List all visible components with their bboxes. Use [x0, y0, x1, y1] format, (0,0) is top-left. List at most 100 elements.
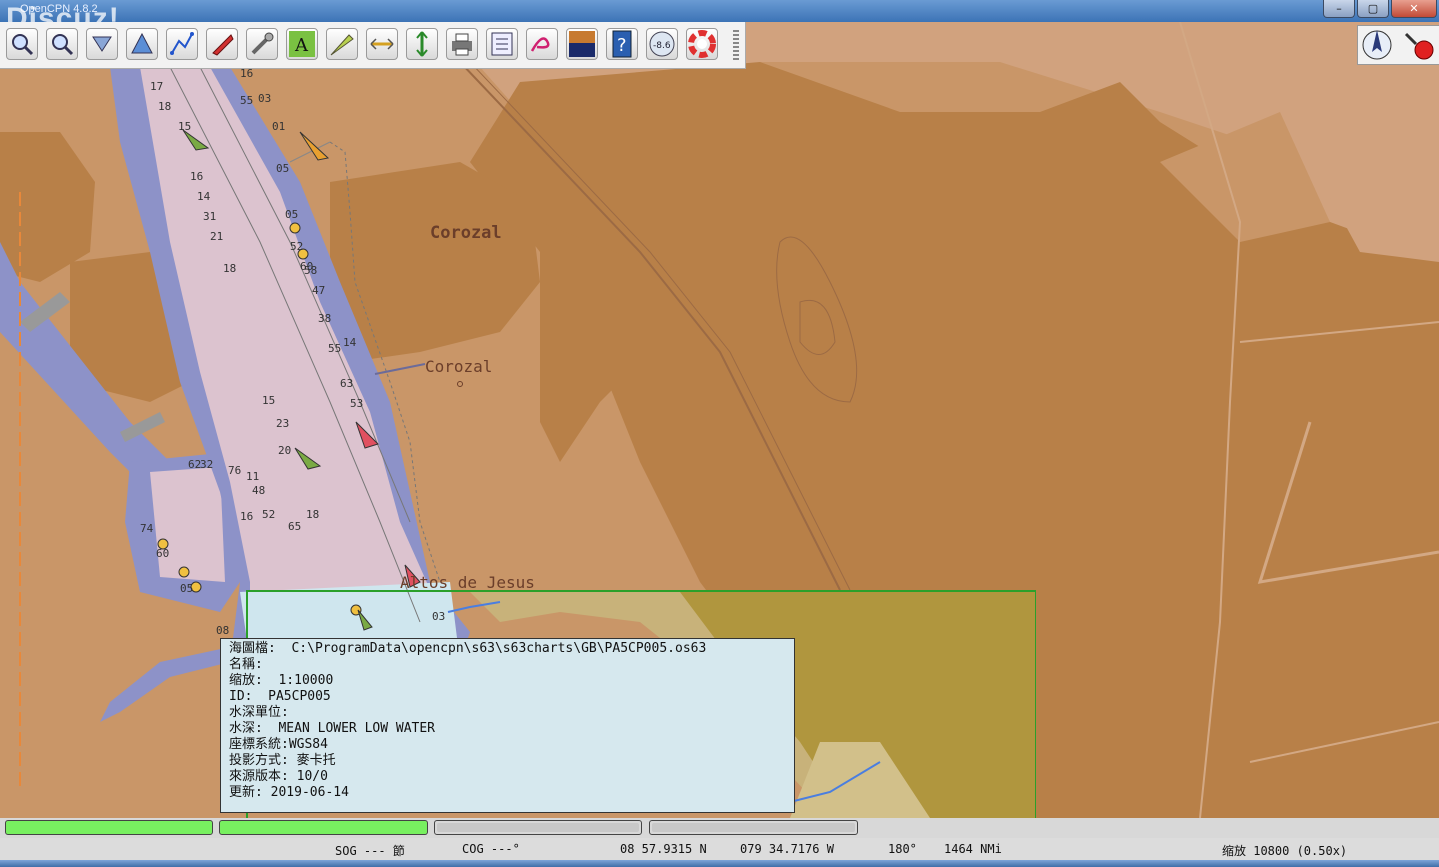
chart-bar-item-2[interactable]	[219, 820, 428, 835]
measure-icon	[416, 31, 428, 57]
status-distance: 1464 NMi	[944, 842, 1002, 856]
auto-follow-button[interactable]	[206, 28, 238, 60]
mob-button[interactable]	[686, 28, 718, 60]
maximize-button[interactable]: ▢	[1357, 0, 1389, 18]
zoom-out-button[interactable]	[46, 28, 78, 60]
measure-button[interactable]	[406, 28, 438, 60]
sounding: 32	[200, 458, 213, 471]
title-bar[interactable]: OpenCPN 4.8.2 Discuz! – ▢ ✕	[0, 0, 1439, 35]
channel-basin	[150, 467, 225, 582]
chart-info-popup: 海圖檔: C:\ProgramData\opencpn\s63\s63chart…	[220, 638, 795, 813]
chart-bar	[0, 818, 1439, 838]
scale-out-button[interactable]	[126, 28, 158, 60]
info-chart-file: 海圖檔: C:\ProgramData\opencpn\s63\s63chart…	[229, 641, 707, 656]
sounding: 14	[197, 190, 211, 203]
sounding: 15	[178, 120, 191, 133]
status-bar: SOG --- 節 COG ---° 08 57.9315 N 079 34.7…	[0, 838, 1439, 860]
info-projection: 投影方式: 麥卡托	[229, 753, 336, 768]
chart-bar-item-4[interactable]	[649, 820, 858, 835]
info-depth-datum: 水深: MEAN LOWER LOW WATER	[229, 721, 436, 736]
sounding: 16	[240, 510, 253, 523]
route-button[interactable]	[166, 28, 198, 60]
sounding: 14	[343, 336, 357, 349]
printer-icon	[452, 33, 472, 56]
scale-out-icon	[131, 32, 153, 54]
compass-widget[interactable]	[1357, 25, 1439, 65]
status-latitude: 08 57.9315 N	[620, 842, 707, 856]
sounding: 55	[328, 342, 341, 355]
ship-icon	[212, 34, 234, 56]
help-icon: ?	[612, 30, 632, 58]
info-depth-units: 水深單位:	[229, 705, 289, 720]
info-name: 名稱:	[229, 657, 263, 672]
sounding: 52	[290, 240, 303, 253]
place-label-corozal-2: Corozal	[425, 357, 492, 376]
sounding: 15	[262, 394, 275, 407]
sounding: 47	[312, 284, 325, 297]
toolbar-grip[interactable]	[733, 30, 739, 60]
status-longitude: 079 34.7176 W	[740, 842, 834, 856]
wrench-icon	[251, 32, 274, 55]
info-scale: 缩放: 1:10000	[229, 673, 334, 688]
route-manager-button[interactable]	[486, 28, 518, 60]
minimize-button[interactable]: –	[1323, 0, 1355, 18]
print-button[interactable]	[446, 28, 478, 60]
sounding: 05	[285, 208, 298, 221]
gauge-icon: -8.6	[649, 31, 675, 57]
tide-button[interactable]	[366, 28, 398, 60]
text-icon: A	[289, 31, 315, 57]
help-button[interactable]: ?	[606, 28, 638, 60]
sounding: 38	[318, 312, 331, 325]
sounding: 60	[156, 547, 169, 560]
os-taskbar	[0, 860, 1439, 867]
sounding: 08	[216, 624, 229, 637]
dashboard-button[interactable]: -8.6	[646, 28, 678, 60]
sounding: 01	[272, 120, 285, 133]
main-toolbar: A ? -8.6	[0, 22, 746, 69]
sounding: 03	[258, 92, 271, 105]
sounding: 53	[350, 397, 363, 410]
info-id: ID: PA5CP005	[229, 689, 331, 704]
route-icon	[170, 32, 194, 55]
track-button[interactable]	[526, 28, 558, 60]
current-icon	[330, 34, 354, 56]
info-source-edition: 來源版本: 10/0	[229, 769, 328, 784]
scale-in-button[interactable]	[86, 28, 118, 60]
options-button[interactable]	[246, 28, 278, 60]
sounding: 76	[228, 464, 241, 477]
buoy-1[interactable]	[289, 222, 301, 234]
buoy-4[interactable]	[178, 566, 190, 578]
sounding: 74	[140, 522, 154, 535]
sounding: 63	[340, 377, 353, 390]
svg-text:-8.6: -8.6	[653, 41, 671, 51]
track-icon	[530, 37, 550, 52]
text-button[interactable]: A	[286, 28, 318, 60]
status-cog: COG ---°	[462, 842, 520, 856]
svg-text:?: ?	[617, 35, 627, 56]
day-night-icon	[569, 31, 595, 57]
magnifier-minus-icon	[52, 34, 74, 56]
sounding: 20	[278, 444, 291, 457]
color-scheme-button[interactable]	[566, 28, 598, 60]
current-button[interactable]	[326, 28, 358, 60]
status-scale: 缩放 10800 (0.50x)	[1222, 844, 1348, 858]
status-sog: SOG --- 節	[335, 844, 405, 858]
place-label-corozal-1: Corozal	[430, 223, 502, 243]
sounding: 48	[252, 484, 265, 497]
chart-bar-item-1[interactable]	[5, 820, 213, 835]
place-label-altos: Altos de Jesus	[400, 573, 535, 592]
sounding: 11	[246, 470, 259, 483]
sounding: 55	[240, 94, 253, 107]
magnifier-plus-icon	[12, 34, 34, 56]
window-controls: – ▢ ✕	[1321, 0, 1437, 18]
chart-bar-item-3[interactable]	[434, 820, 642, 835]
sounding: 65	[288, 520, 301, 533]
scale-in-icon	[92, 36, 112, 52]
sounding: 05	[276, 162, 289, 175]
north-arrow-icon	[1362, 30, 1434, 60]
close-button[interactable]: ✕	[1391, 0, 1437, 18]
sounding: 31	[203, 210, 216, 223]
sounding: 23	[276, 417, 289, 430]
zoom-in-button[interactable]	[6, 28, 38, 60]
info-updated: 更新: 2019-06-14	[229, 785, 349, 800]
